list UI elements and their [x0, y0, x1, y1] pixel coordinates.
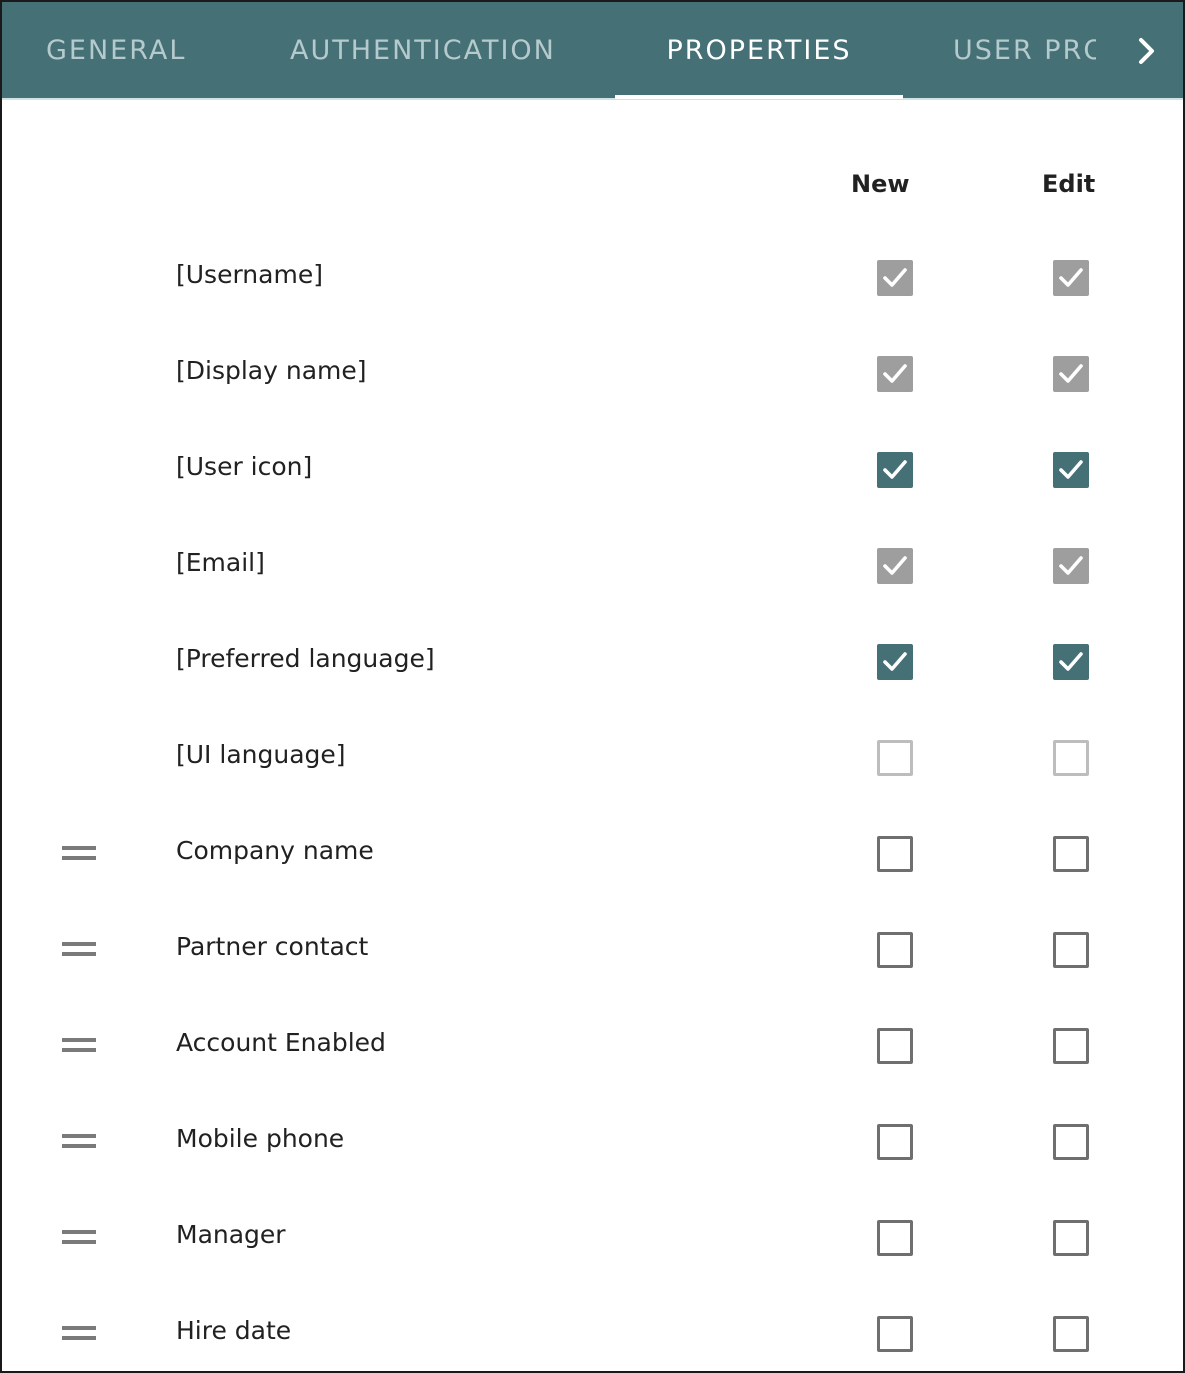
property-label: [Username] [176, 260, 323, 289]
property-row: [Display name] [2, 326, 1183, 422]
check-icon [1059, 556, 1083, 575]
new-checkbox[interactable] [877, 1316, 913, 1352]
new-checkbox[interactable] [877, 836, 913, 872]
tab-properties[interactable]: PROPERTIES [615, 2, 903, 98]
new-checkbox[interactable] [877, 1124, 913, 1160]
property-row: Account Enabled [2, 998, 1183, 1094]
tab-authentication[interactable]: AUTHENTICATION [290, 2, 556, 98]
column-header-edit: Edit [1042, 170, 1096, 198]
edit-checkbox [1053, 260, 1089, 296]
property-label: Partner contact [176, 932, 369, 961]
property-row: Company name [2, 806, 1183, 902]
drag-handle-icon[interactable] [62, 1038, 96, 1054]
new-checkbox [877, 740, 913, 776]
edit-checkbox [1053, 548, 1089, 584]
properties-panel: GENERAL AUTHENTICATION PROPERTIES USER P… [0, 0, 1185, 1373]
tab-bar: GENERAL AUTHENTICATION PROPERTIES USER P… [2, 2, 1183, 100]
edit-checkbox[interactable] [1053, 644, 1089, 680]
property-label: Account Enabled [176, 1028, 386, 1057]
check-icon [1059, 652, 1083, 671]
new-checkbox[interactable] [877, 644, 913, 680]
tab-user-profile-clip: USER PROFILE [953, 2, 1096, 98]
property-row: [Email] [2, 518, 1183, 614]
edit-checkbox[interactable] [1053, 1316, 1089, 1352]
property-row: Hire date [2, 1286, 1183, 1371]
edit-checkbox[interactable] [1053, 1124, 1089, 1160]
new-checkbox[interactable] [877, 1028, 913, 1064]
check-icon [883, 268, 907, 287]
property-label: Hire date [176, 1316, 292, 1345]
drag-handle-icon[interactable] [62, 942, 96, 958]
active-tab-indicator [615, 95, 903, 99]
chevron-right-icon[interactable] [1126, 30, 1168, 72]
check-icon [1059, 364, 1083, 383]
property-row: [Preferred language] [2, 614, 1183, 710]
tab-general[interactable]: GENERAL [46, 2, 186, 98]
check-icon [1059, 460, 1083, 479]
check-icon [883, 652, 907, 671]
property-label: Mobile phone [176, 1124, 345, 1153]
property-row: Mobile phone [2, 1094, 1183, 1190]
new-checkbox [877, 260, 913, 296]
check-icon [883, 460, 907, 479]
drag-handle-icon[interactable] [62, 1326, 96, 1342]
new-checkbox[interactable] [877, 1220, 913, 1256]
edit-checkbox[interactable] [1053, 1028, 1089, 1064]
property-row: Manager [2, 1190, 1183, 1286]
edit-checkbox[interactable] [1053, 932, 1089, 968]
check-icon [1059, 268, 1083, 287]
drag-handle-icon[interactable] [62, 846, 96, 862]
property-label: Company name [176, 836, 374, 865]
check-icon [883, 364, 907, 383]
drag-handle-icon[interactable] [62, 1230, 96, 1246]
edit-checkbox[interactable] [1053, 836, 1089, 872]
property-row: [User icon] [2, 422, 1183, 518]
edit-checkbox[interactable] [1053, 452, 1089, 488]
new-checkbox [877, 356, 913, 392]
property-row: [UI language] [2, 710, 1183, 806]
tab-user-profile[interactable]: USER PROFILE [953, 2, 1096, 98]
edit-checkbox [1053, 740, 1089, 776]
column-header-new: New [851, 170, 910, 198]
new-checkbox[interactable] [877, 932, 913, 968]
property-label: [Display name] [176, 356, 367, 385]
property-row: [Username] [2, 230, 1183, 326]
new-checkbox [877, 548, 913, 584]
property-label: Manager [176, 1220, 286, 1249]
edit-checkbox[interactable] [1053, 1220, 1089, 1256]
new-checkbox[interactable] [877, 452, 913, 488]
property-row: Partner contact [2, 902, 1183, 998]
property-label: [Preferred language] [176, 644, 435, 673]
property-label: [UI language] [176, 740, 346, 769]
check-icon [883, 556, 907, 575]
property-label: [User icon] [176, 452, 313, 481]
edit-checkbox [1053, 356, 1089, 392]
property-label: [Email] [176, 548, 265, 577]
drag-handle-icon[interactable] [62, 1134, 96, 1150]
